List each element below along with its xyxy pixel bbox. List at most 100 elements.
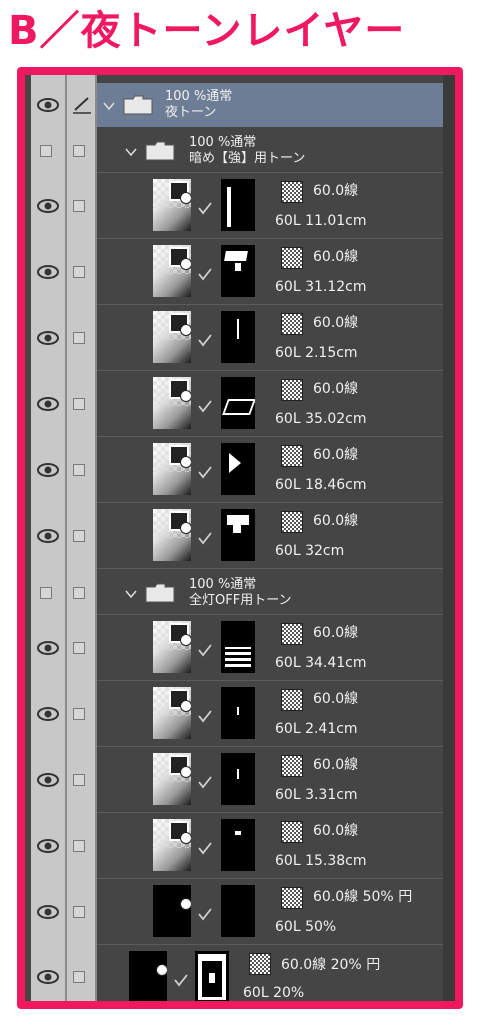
eye-icon[interactable]: [35, 968, 61, 986]
layer-mask-thumbnail: [195, 951, 229, 1001]
layer-row[interactable]: 60.0線 60L 15.38cm: [25, 813, 443, 879]
eye-icon[interactable]: [35, 705, 61, 723]
tone-line-info: 60.0線: [313, 249, 359, 265]
tone-line-info: 60.0線: [313, 315, 359, 331]
eye-icon[interactable]: [35, 329, 61, 347]
layer-mask-thumbnail: [221, 687, 255, 739]
folder-icon: [145, 141, 175, 161]
check-icon: [198, 202, 212, 215]
layer-info: 60L 31.12cm: [275, 279, 367, 295]
eye-icon[interactable]: [35, 395, 61, 413]
layer-row-last[interactable]: 60.0線 20% 円 60L 20%: [25, 945, 443, 1001]
tone-pattern-icon: [281, 511, 303, 533]
eye-icon[interactable]: [35, 771, 61, 789]
visibility-toggle[interactable]: [40, 587, 52, 599]
check-icon: [198, 908, 212, 921]
visibility-toggle[interactable]: [40, 145, 52, 157]
layer-row[interactable]: 60.0線 60L 2.41cm: [25, 681, 443, 747]
edit-toggle[interactable]: [73, 906, 85, 918]
edit-toggle[interactable]: [73, 587, 85, 599]
layer-info: 60L 34.41cm: [275, 655, 367, 671]
edit-toggle[interactable]: [73, 200, 85, 212]
layer-info: 60L 2.15cm: [275, 345, 358, 361]
eye-icon[interactable]: [35, 837, 61, 855]
tone-line-info: 60.0線 50% 円: [313, 889, 413, 905]
group-name: 夜トーン: [165, 105, 217, 120]
layer-mask-thumbnail: [221, 443, 255, 495]
group-row-top[interactable]: 100 %通常 夜トーン: [25, 83, 443, 127]
edit-toggle[interactable]: [73, 332, 85, 344]
layer-row[interactable]: 60.0線 60L 31.12cm: [25, 239, 443, 305]
layer-mask-thumbnail: [221, 509, 255, 561]
layer-mask-thumbnail: [221, 819, 255, 871]
layer-thumbnail: [153, 179, 191, 231]
layer-panel: 100 %通常 夜トーン 100 %通常 暗め【強】用トーン 60.0線 60L …: [25, 75, 455, 1001]
check-icon: [198, 466, 212, 479]
folder-icon: [145, 583, 175, 603]
group-row-2[interactable]: 100 %通常 全灯OFF用トーン: [25, 571, 443, 615]
group-blend-mode: 100 %通常: [189, 135, 257, 150]
eye-icon[interactable]: [35, 197, 61, 215]
edit-toggle[interactable]: [73, 971, 85, 983]
group-blend-mode: 100 %通常: [165, 89, 233, 104]
layer-thumbnail: [153, 753, 191, 805]
tone-line-info: 60.0線: [313, 823, 359, 839]
layer-row[interactable]: 60.0線 60L 3.31cm: [25, 747, 443, 813]
tone-line-info: 60.0線: [313, 381, 359, 397]
check-icon: [198, 644, 212, 657]
layer-panel-frame: 100 %通常 夜トーン 100 %通常 暗め【強】用トーン 60.0線 60L …: [17, 67, 463, 1009]
layer-mask-thumbnail: [221, 245, 255, 297]
eye-icon[interactable]: [35, 96, 61, 114]
check-icon: [174, 974, 188, 987]
layer-info: 60L 32cm: [275, 543, 345, 559]
page-title: B／夜トーンレイヤー: [8, 8, 406, 54]
eye-icon[interactable]: [35, 639, 61, 657]
edit-toggle[interactable]: [73, 774, 85, 786]
edit-toggle[interactable]: [73, 708, 85, 720]
layer-thumbnail: [153, 509, 191, 561]
layer-row[interactable]: 60.0線 60L 11.01cm: [25, 173, 443, 239]
edit-toggle[interactable]: [73, 642, 85, 654]
tone-pattern-icon: [281, 445, 303, 467]
layer-row[interactable]: 60.0線 60L 34.41cm: [25, 615, 443, 681]
check-icon: [198, 776, 212, 789]
edit-toggle[interactable]: [73, 145, 85, 157]
group-name: 暗め【強】用トーン: [189, 151, 306, 166]
pencil-icon[interactable]: [71, 96, 93, 114]
tone-pattern-icon: [281, 755, 303, 777]
layer-row[interactable]: 60.0線 60L 2.15cm: [25, 305, 443, 371]
check-icon: [198, 334, 212, 347]
layer-mask-thumbnail: [221, 621, 255, 673]
check-icon: [198, 532, 212, 545]
layer-row[interactable]: 60.0線 50% 円 60L 50%: [25, 879, 443, 945]
layer-thumbnail: [153, 819, 191, 871]
tone-pattern-icon: [281, 689, 303, 711]
tone-pattern-icon: [281, 887, 303, 909]
scrollbar[interactable]: [443, 75, 455, 1001]
tone-pattern-icon: [281, 247, 303, 269]
edit-toggle[interactable]: [73, 530, 85, 542]
check-icon: [198, 710, 212, 723]
tone-pattern-icon: [281, 181, 303, 203]
chevron-down-icon[interactable]: [103, 101, 115, 111]
edit-toggle[interactable]: [73, 840, 85, 852]
eye-icon[interactable]: [35, 461, 61, 479]
eye-icon[interactable]: [35, 527, 61, 545]
layer-thumbnail: [153, 377, 191, 429]
layer-row[interactable]: 60.0線 60L 35.02cm: [25, 371, 443, 437]
layer-info: 60L 2.41cm: [275, 721, 358, 737]
group-row-1[interactable]: 100 %通常 暗め【強】用トーン: [25, 129, 443, 173]
layer-mask-thumbnail: [221, 885, 255, 937]
eye-icon[interactable]: [35, 263, 61, 281]
edit-toggle[interactable]: [73, 398, 85, 410]
layer-row[interactable]: 60.0線 60L 32cm: [25, 503, 443, 569]
chevron-down-icon[interactable]: [125, 147, 137, 157]
eye-icon[interactable]: [35, 903, 61, 921]
edit-toggle[interactable]: [73, 266, 85, 278]
layer-mask-thumbnail: [221, 311, 255, 363]
chevron-down-icon[interactable]: [125, 589, 137, 599]
layer-row[interactable]: 60.0線 60L 18.46cm: [25, 437, 443, 503]
tone-pattern-icon: [281, 379, 303, 401]
edit-toggle[interactable]: [73, 464, 85, 476]
layer-thumbnail: [129, 951, 167, 1001]
